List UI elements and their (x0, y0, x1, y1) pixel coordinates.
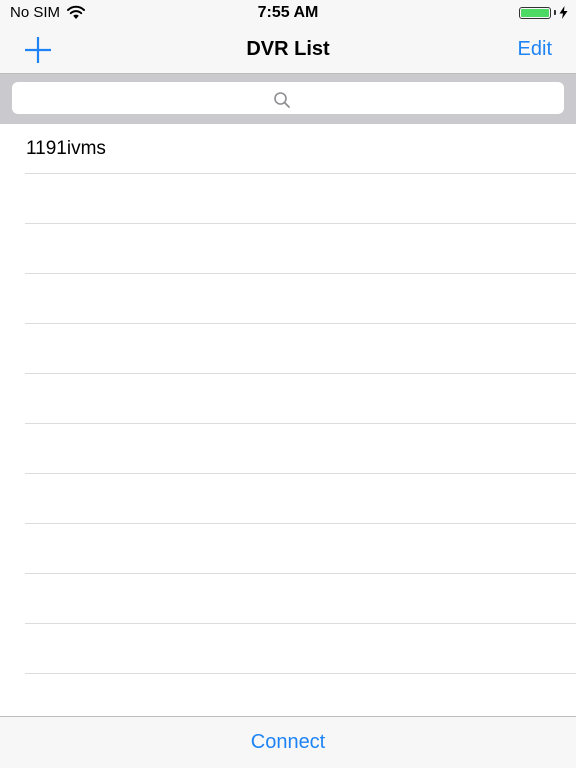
status-bar: No SIM 7:55 AM (0, 0, 576, 26)
list-item[interactable] (25, 224, 576, 274)
list-item[interactable] (25, 624, 576, 674)
bottom-toolbar: Connect (0, 716, 576, 768)
list-item[interactable] (25, 424, 576, 474)
battery-icon (519, 6, 551, 19)
battery-fill (521, 8, 549, 17)
list-item[interactable] (25, 324, 576, 374)
connect-button[interactable]: Connect (0, 731, 576, 754)
list-item[interactable] (25, 174, 576, 224)
battery-tip (554, 10, 556, 15)
list-item[interactable] (25, 524, 576, 574)
search-input[interactable] (12, 82, 564, 114)
navigation-bar: DVR List Edit (0, 26, 576, 74)
list-item[interactable] (25, 574, 576, 624)
page-title: DVR List (246, 38, 330, 60)
search-bar (0, 74, 576, 124)
battery-indicator (519, 6, 568, 19)
list-item[interactable] (25, 474, 576, 524)
edit-button[interactable]: Edit (518, 38, 552, 61)
charging-bolt-icon (559, 6, 568, 19)
list-item[interactable] (25, 274, 576, 324)
dvr-list: 1191ivms (0, 124, 576, 724)
list-item[interactable] (25, 374, 576, 424)
status-time: 7:55 AM (257, 4, 319, 21)
list-item[interactable]: 1191ivms (25, 124, 576, 174)
